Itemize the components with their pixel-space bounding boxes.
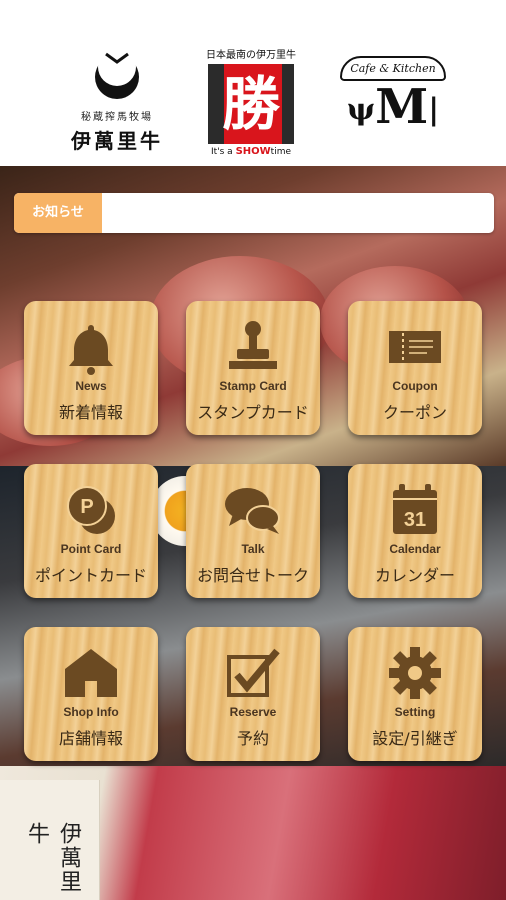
news-button[interactable]: News 新着情報 xyxy=(24,301,158,435)
calendar-icon-date: 31 xyxy=(404,509,426,531)
notice-bar[interactable]: お知らせ xyxy=(14,193,494,233)
cafe-kitchen-m-logo[interactable]: Cafe & Kitchen ψM| xyxy=(338,48,448,156)
point-card-label-jp: ポイントカード xyxy=(34,566,147,585)
katsu-logo-tagline: It's a SHOWtime xyxy=(210,146,292,157)
point-card-label-en: Point Card xyxy=(60,542,122,556)
stamp-card-button[interactable]: Stamp Card スタンプカード xyxy=(186,301,320,435)
katsu-logo-caption: 日本最南の伊万里牛 xyxy=(206,50,296,61)
gear-icon xyxy=(385,645,445,701)
stamp-card-label-jp: スタンプカード xyxy=(197,403,309,422)
point-card-button[interactable]: P Point Card ポイントカード xyxy=(24,464,158,598)
coin-icon-letter: P xyxy=(80,496,93,518)
knife-icon: | xyxy=(428,92,440,128)
setting-button[interactable]: Setting 設定/引継ぎ xyxy=(348,627,482,761)
talk-label-jp: お問合せトーク xyxy=(196,566,309,585)
news-label-jp: 新着情報 xyxy=(58,403,123,422)
checkbox-icon xyxy=(223,645,283,701)
katsu-logo-box: 勝 xyxy=(208,64,294,144)
reserve-button[interactable]: Reserve 予約 xyxy=(186,627,320,761)
stamp-card-label-en: Stamp Card xyxy=(219,379,287,393)
imari-logo-subtitle: 秘蔵搾馬牧場 xyxy=(81,112,153,123)
stamp-icon xyxy=(223,319,283,375)
marbled-beef-photo: 伊萬里牛 xyxy=(0,766,506,900)
shop-info-label-jp: 店舗情報 xyxy=(58,729,123,748)
beef-brand-card-text: 伊萬里牛 xyxy=(24,822,81,894)
ticket-icon xyxy=(385,319,445,375)
crescent-moon-icon xyxy=(92,48,142,100)
notice-label: お知らせ xyxy=(14,193,102,233)
reserve-label-jp: 予約 xyxy=(236,729,269,748)
header-logos: 秘蔵搾馬牧場 伊萬里牛 日本最南の伊万里牛 勝 It's a SHOWtime … xyxy=(0,0,506,166)
calendar-button[interactable]: 31 Calendar カレンダー xyxy=(348,464,482,598)
chat-bubbles-icon xyxy=(223,482,283,538)
imari-logo-title: 伊萬里牛 xyxy=(71,129,163,153)
coin-icon: P xyxy=(61,482,121,538)
setting-label-jp: 設定/引継ぎ xyxy=(372,729,458,748)
house-icon xyxy=(61,645,121,701)
coupon-button[interactable]: Coupon クーポン xyxy=(348,301,482,435)
talk-label-en: Talk xyxy=(241,542,265,556)
imari-beef-logo[interactable]: 秘蔵搾馬牧場 伊萬里牛 xyxy=(62,48,172,153)
news-label-en: News xyxy=(75,379,107,393)
talk-button[interactable]: Talk お問合せトーク xyxy=(186,464,320,598)
cafe-logo-letter: ψM| xyxy=(346,79,440,135)
calendar-label-en: Calendar xyxy=(389,542,441,556)
katsu-logo-char: 勝 xyxy=(221,70,280,138)
shop-info-button[interactable]: Shop Info 店舗情報 xyxy=(24,627,158,761)
coupon-label-jp: クーポン xyxy=(382,403,447,422)
katsu-logo[interactable]: 日本最南の伊万里牛 勝 It's a SHOWtime xyxy=(205,46,297,157)
reserve-label-en: Reserve xyxy=(229,705,277,719)
fork-icon: ψ xyxy=(346,92,376,128)
bell-icon xyxy=(61,319,121,375)
calendar-label-jp: カレンダー xyxy=(374,566,455,585)
coupon-label-en: Coupon xyxy=(392,379,438,393)
shop-info-label-en: Shop Info xyxy=(63,705,119,719)
cafe-logo-arc-text: Cafe & Kitchen xyxy=(340,56,446,81)
setting-label-en: Setting xyxy=(394,705,436,719)
calendar-icon: 31 xyxy=(385,482,445,538)
